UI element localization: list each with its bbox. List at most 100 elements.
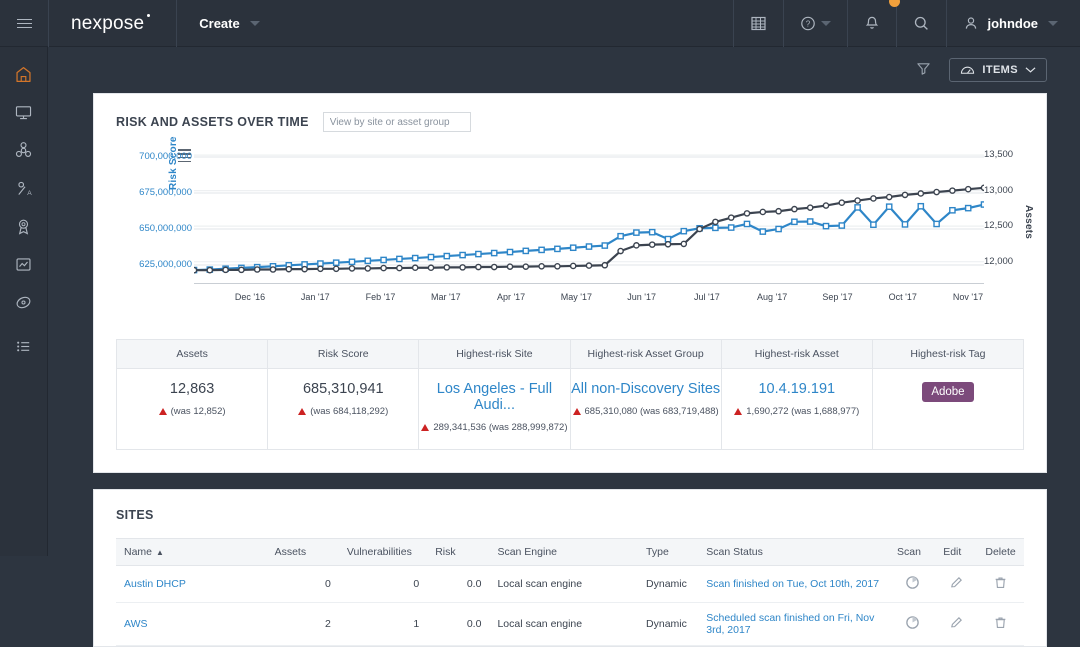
sidebar-item-assets[interactable] <box>0 93 47 131</box>
summary-column-body: All non-Discovery Sites 685,310,080 (was … <box>571 369 721 433</box>
chevron-down-icon <box>821 21 832 26</box>
site-type: Dynamic <box>638 602 699 646</box>
pencil-icon[interactable] <box>935 602 978 646</box>
chevron-down-icon <box>1048 21 1058 26</box>
grid-view-button[interactable] <box>734 0 783 47</box>
summary-column-body: 685,310,941 (was 684,118,292) <box>268 369 418 433</box>
summary-delta-text: 1,690,272 (was 1,688,977) <box>746 406 860 417</box>
x-axis-tick: Mar '17 <box>430 292 461 302</box>
left-nav-rail: A <box>0 47 48 556</box>
main-content: ITEMS RISK AND ASSETS OVER TIME View by … <box>48 47 1080 647</box>
grid-icon <box>751 16 767 31</box>
trend-up-icon <box>734 408 743 415</box>
site-scan-status-link[interactable]: Scan finished on Tue, Oct 10th, 2017 <box>698 565 890 603</box>
reports-icon <box>16 257 31 271</box>
trash-icon[interactable] <box>977 602 1024 646</box>
sidebar-item-home[interactable] <box>0 55 47 93</box>
sidebar-item-vulnerabilities[interactable] <box>0 131 47 169</box>
summary-value[interactable]: Los Angeles - Full Audi... <box>419 381 569 413</box>
summary-value[interactable]: 10.4.19.191 <box>722 381 872 397</box>
x-axis-tick: Feb '17 <box>365 292 396 302</box>
search-input[interactable] <box>329 116 462 128</box>
sites-table: Name ▲ Assets Vulnerabilities Risk Scan E… <box>116 538 1024 646</box>
column-header-assets[interactable]: Assets <box>266 538 339 566</box>
right-axis-tick: 13,500 <box>984 149 1014 161</box>
view-by-search-box[interactable] <box>322 112 471 132</box>
summary-column-header: Assets <box>117 340 268 369</box>
column-header-type[interactable]: Type <box>638 538 699 566</box>
items-filter-button[interactable]: ITEMS <box>949 58 1047 82</box>
site-risk: 0.0 <box>427 602 490 646</box>
menu-toggle-button[interactable] <box>0 0 48 47</box>
site-type: Dynamic <box>638 565 699 603</box>
sidebar-item-tickets[interactable] <box>0 283 47 321</box>
column-header-delete: Delete <box>977 538 1024 566</box>
vulnerabilities-icon <box>15 141 32 157</box>
sites-card: SITES Name ▲ Assets Vulnerabilities Risk … <box>93 489 1047 647</box>
username-label: johndoe <box>987 16 1038 31</box>
funnel-icon[interactable] <box>916 61 931 79</box>
summary-column: Risk Score 685,310,941 (was 684,118,292) <box>268 340 420 449</box>
sidebar-item-administration[interactable] <box>0 327 47 365</box>
summary-value: 12,863 <box>169 381 215 397</box>
scan-icon[interactable] <box>889 602 936 646</box>
summary-column-header: Highest-risk Asset <box>721 340 872 369</box>
summary-column: Highest-risk Asset Group All non-Discover… <box>570 340 722 449</box>
summary-column: Highest-risk Asset 10.4.19.191 1,690,272 (… <box>721 340 873 449</box>
column-header-scan-engine[interactable]: Scan Engine <box>489 538 639 566</box>
site-name-link[interactable]: AWS <box>116 602 267 646</box>
summary-column-header: Highest-risk Site <box>419 340 570 369</box>
user-menu-button[interactable]: johndoe <box>947 0 1080 47</box>
site-assets: 2 <box>266 602 339 646</box>
table-header-row: Name ▲ Assets Vulnerabilities Risk Scan E… <box>116 538 1024 566</box>
site-scan-status-link[interactable]: Scheduled scan finished on Fri, Nov 3rd,… <box>698 602 890 646</box>
hamburger-icon <box>16 16 32 31</box>
create-menu-button[interactable]: Create <box>177 0 275 47</box>
chevron-down-icon <box>1025 67 1036 73</box>
notifications-button[interactable] <box>848 0 901 47</box>
table-row[interactable]: Austin DHCP 0 0 0.0 Local scan engine Dynamic… <box>116 565 1024 603</box>
pencil-icon[interactable] <box>935 565 978 603</box>
x-axis-tick: Jul '17 <box>694 292 720 302</box>
table-row[interactable]: AWS 2 1 0.0 Local scan engine Dynamic Schedule… <box>116 602 1024 646</box>
site-vulnerabilities: 1 <box>338 602 428 646</box>
x-axis-tick: Aug '17 <box>757 292 788 302</box>
column-header-scan-status[interactable]: Scan Status <box>698 538 890 566</box>
sidebar-item-reports[interactable] <box>0 245 47 283</box>
right-axis-tick: 12,500 <box>984 220 1014 232</box>
exceptions-icon <box>18 219 29 235</box>
trend-up-icon <box>298 408 307 415</box>
sidebar-item-exceptions[interactable] <box>0 207 47 245</box>
trash-icon[interactable] <box>977 565 1024 603</box>
summary-delta: (was 12,852) <box>117 406 267 417</box>
summary-value[interactable]: All non-Discovery Sites <box>571 381 721 397</box>
site-scan-engine: Local scan engine <box>489 565 639 603</box>
assets-icon <box>15 105 32 119</box>
scan-icon[interactable] <box>889 565 936 603</box>
site-name-link[interactable]: Austin DHCP <box>116 565 267 603</box>
x-axis-tick: Dec '16 <box>234 292 266 302</box>
column-header-edit: Edit <box>935 538 978 566</box>
trend-up-icon <box>572 408 581 415</box>
right-axis-label: Assets <box>1023 205 1034 239</box>
site-risk: 0.0 <box>427 565 490 603</box>
search-button[interactable] <box>897 0 946 47</box>
sidebar-item-policies[interactable]: A <box>0 169 47 207</box>
left-axis-tick: 675,000,000 <box>139 187 192 198</box>
chart-svg <box>190 154 988 274</box>
help-menu-button[interactable]: ? <box>784 0 847 47</box>
column-header-name[interactable]: Name ▲ <box>116 538 267 566</box>
status-badge[interactable]: Adobe <box>922 382 974 402</box>
left-axis-tick: 650,000,000 <box>139 223 192 234</box>
site-vulnerabilities: 0 <box>338 565 428 603</box>
dashboard-scroll-area[interactable]: RISK AND ASSETS OVER TIME Risk Score Ass… <box>48 93 1080 647</box>
column-header-vulnerabilities[interactable]: Vulnerabilities <box>338 538 428 566</box>
chart-header: RISK AND ASSETS OVER TIME <box>94 112 1046 132</box>
left-axis-label: Risk Score <box>168 136 179 190</box>
svg-text:?: ? <box>806 20 811 29</box>
help-icon: ? <box>801 16 816 31</box>
cloud-icon <box>961 66 975 74</box>
column-header-risk[interactable]: Risk <box>427 538 490 566</box>
site-assets: 0 <box>266 565 339 603</box>
brand-logo[interactable]: nexpose <box>49 0 176 47</box>
